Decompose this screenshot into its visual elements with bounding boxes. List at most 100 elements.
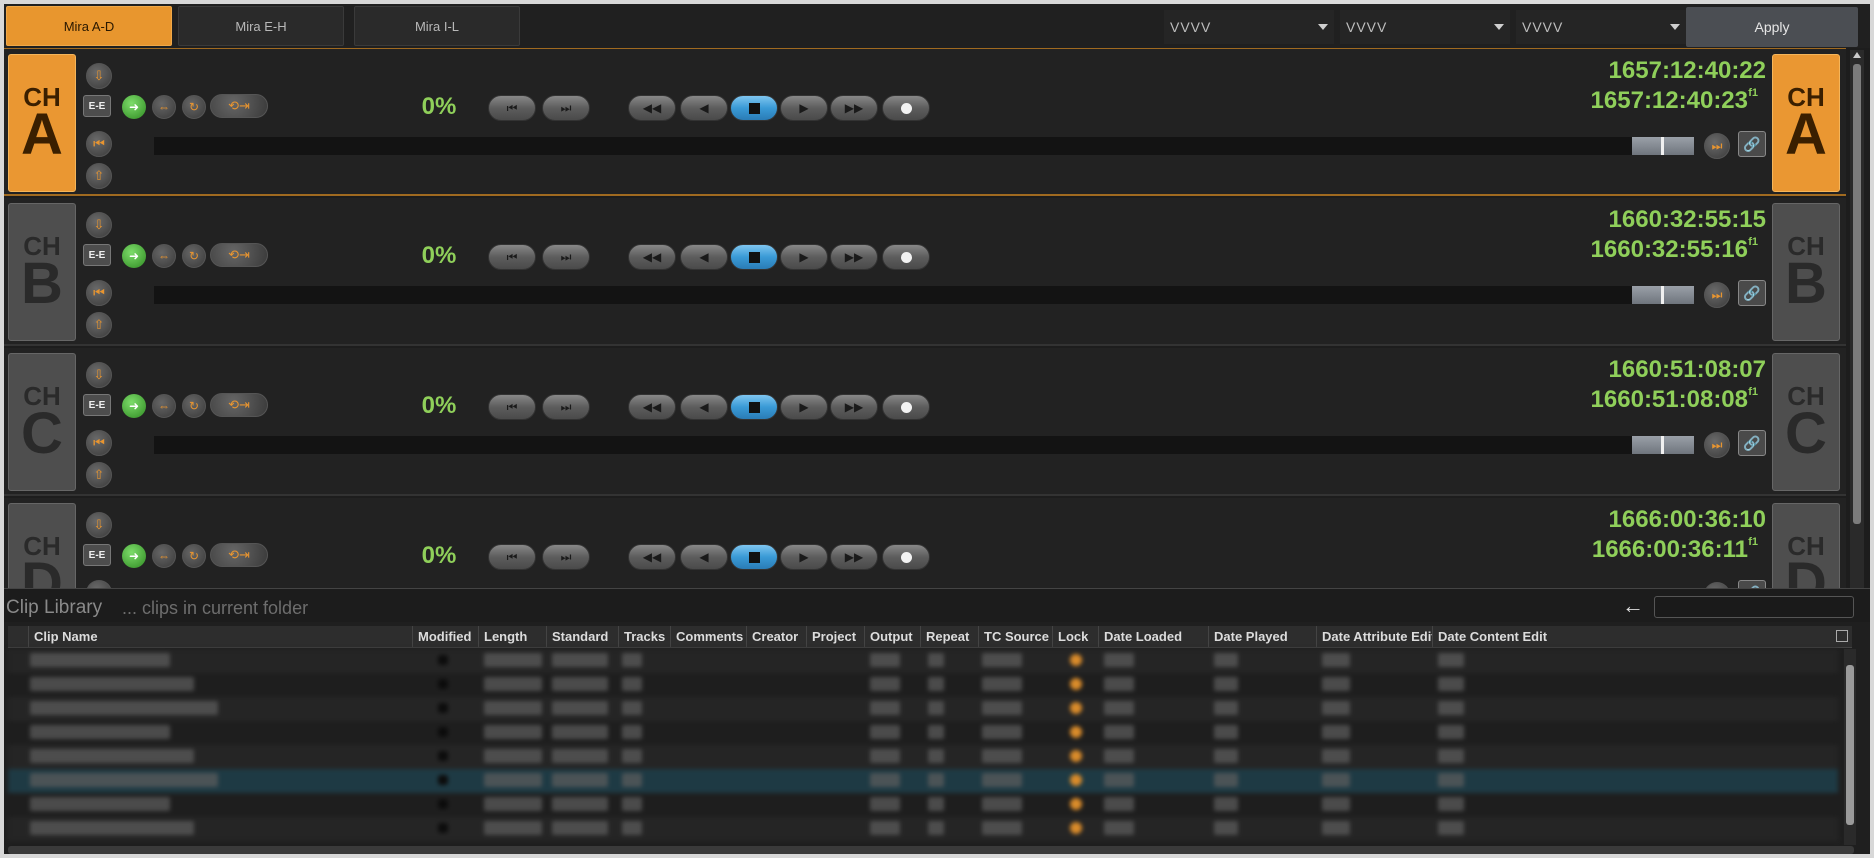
table-row[interactable] [8,793,1838,817]
cue-icon[interactable]: ➜ [122,244,146,268]
table-row-selected[interactable] [8,769,1838,793]
shuttle-icon[interactable]: ⇔ [152,544,176,568]
fast-rewind-button[interactable]: ◀◀ [628,544,676,570]
stop-button[interactable] [730,544,778,570]
ee-button[interactable]: E-E [83,244,111,266]
cue-icon[interactable]: ➜ [122,95,146,119]
link-icon[interactable]: 🔗 [1738,580,1766,588]
arrow-left-icon[interactable]: ← [1622,593,1644,619]
column-lock[interactable]: Lock [1052,626,1098,648]
cue-icon[interactable]: ➜ [122,544,146,568]
level-fader[interactable] [1632,137,1694,155]
ee-button[interactable]: E-E [83,394,111,416]
eject-down-icon[interactable]: ⇩ [86,362,112,388]
tab-mira-i-l[interactable]: Mira I-L [354,6,520,46]
fast-rewind-button[interactable]: ◀◀ [628,244,676,270]
stop-button[interactable] [730,244,778,270]
fast-forward-button[interactable]: ▶▶ [830,244,878,270]
table-row[interactable] [8,649,1838,673]
record-button[interactable] [882,544,930,570]
link-icon[interactable]: 🔗 [1738,430,1766,456]
scroll-up-icon[interactable] [1853,52,1861,58]
library-search-input[interactable] [1654,596,1854,618]
record-button[interactable] [882,95,930,121]
fast-rewind-button[interactable]: ◀◀ [628,394,676,420]
skip-back-button[interactable]: ⏮ [488,95,536,121]
horizontal-scrollbar[interactable] [8,846,1854,854]
column-date-loaded[interactable]: Date Loaded [1098,626,1208,648]
go-to-end-icon[interactable]: ⏭ [1704,133,1730,159]
level-fader[interactable] [1632,436,1694,454]
stop-button[interactable] [730,394,778,420]
fader-knob[interactable] [1661,436,1664,454]
rewind-start-icon[interactable]: ⏮ [86,280,112,306]
ee-button[interactable]: E-E [83,95,111,117]
refresh-icon[interactable]: ↻ [182,544,206,568]
play-reverse-button[interactable]: ◀ [680,244,728,270]
channel-c-label[interactable]: CH C [8,353,76,491]
play-button[interactable]: ▶ [780,95,828,121]
column-repeat[interactable]: Repeat [920,626,978,648]
column-date-played[interactable]: Date Played [1208,626,1316,648]
channel-d-label-right[interactable]: CH D [1772,503,1840,588]
skip-back-button[interactable]: ⏮ [488,394,536,420]
fast-rewind-button[interactable]: ◀◀ [628,95,676,121]
column-project[interactable]: Project [806,626,864,648]
library-scrollbar[interactable] [1844,649,1856,845]
column-date-attribute-edit[interactable]: Date Attribute Edit [1316,626,1432,648]
rewind-start-icon[interactable]: ⏮ [86,131,112,157]
play-reverse-button[interactable]: ◀ [680,394,728,420]
channel-scrollbar[interactable] [1850,50,1864,590]
skip-forward-button[interactable]: ⏭ [542,244,590,270]
refresh-icon[interactable]: ↻ [182,95,206,119]
tab-mira-e-h[interactable]: Mira E-H [178,6,344,46]
scrollbar-thumb[interactable] [1853,64,1861,524]
loop-icon[interactable]: ⟲⇥ [210,243,268,267]
column-creator[interactable]: Creator [746,626,806,648]
link-icon[interactable]: 🔗 [1738,131,1766,157]
scrollbar-thumb[interactable] [1846,665,1854,825]
eject-down-icon[interactable]: ⇩ [86,212,112,238]
channel-c-label-right[interactable]: CH C [1772,353,1840,491]
play-button[interactable]: ▶ [780,394,828,420]
dropdown-1[interactable]: VVVV [1164,10,1334,44]
eject-down-icon[interactable]: ⇩ [86,512,112,538]
dropdown-3[interactable]: VVVV [1516,10,1686,44]
cue-icon[interactable]: ➜ [122,394,146,418]
column-modified[interactable]: Modified [412,626,478,648]
ee-button[interactable]: E-E [83,544,111,566]
skip-forward-button[interactable]: ⏭ [542,544,590,570]
skip-forward-button[interactable]: ⏭ [542,394,590,420]
scrub-track[interactable] [154,286,1694,304]
column-tracks[interactable]: Tracks [618,626,670,648]
column-output[interactable]: Output [864,626,920,648]
rewind-start-icon[interactable]: ⏮ [86,580,112,588]
channel-d-label[interactable]: CH D [8,503,76,588]
table-row[interactable] [8,673,1838,697]
channel-b-label[interactable]: CH B [8,203,76,341]
fader-knob[interactable] [1661,137,1664,155]
level-fader[interactable] [1632,286,1694,304]
stop-button[interactable] [730,95,778,121]
table-row[interactable] [8,745,1838,769]
skip-back-button[interactable]: ⏮ [488,244,536,270]
table-row[interactable] [8,697,1838,721]
channel-b-label-right[interactable]: CH B [1772,203,1840,341]
tab-mira-a-d[interactable]: Mira A-D [6,6,172,46]
skip-forward-button[interactable]: ⏭ [542,95,590,121]
scrub-track[interactable] [154,436,1694,454]
loop-icon[interactable]: ⟲⇥ [210,393,268,417]
channel-a-label[interactable]: CH A [8,54,76,192]
column-date-content-edit[interactable]: Date Content Edit [1432,626,1832,648]
column-standard[interactable]: Standard [546,626,618,648]
rewind-start-icon[interactable]: ⏮ [86,430,112,456]
column-menu-icon[interactable] [1836,630,1848,642]
loop-icon[interactable]: ⟲⇥ [210,94,268,118]
refresh-icon[interactable]: ↻ [182,394,206,418]
fader-knob[interactable] [1661,286,1664,304]
eject-up-icon[interactable]: ⇧ [86,462,112,488]
go-to-end-icon[interactable]: ⏭ [1704,432,1730,458]
fast-forward-button[interactable]: ▶▶ [830,394,878,420]
eject-up-icon[interactable]: ⇧ [86,312,112,338]
eject-down-icon[interactable]: ⇩ [86,63,112,89]
